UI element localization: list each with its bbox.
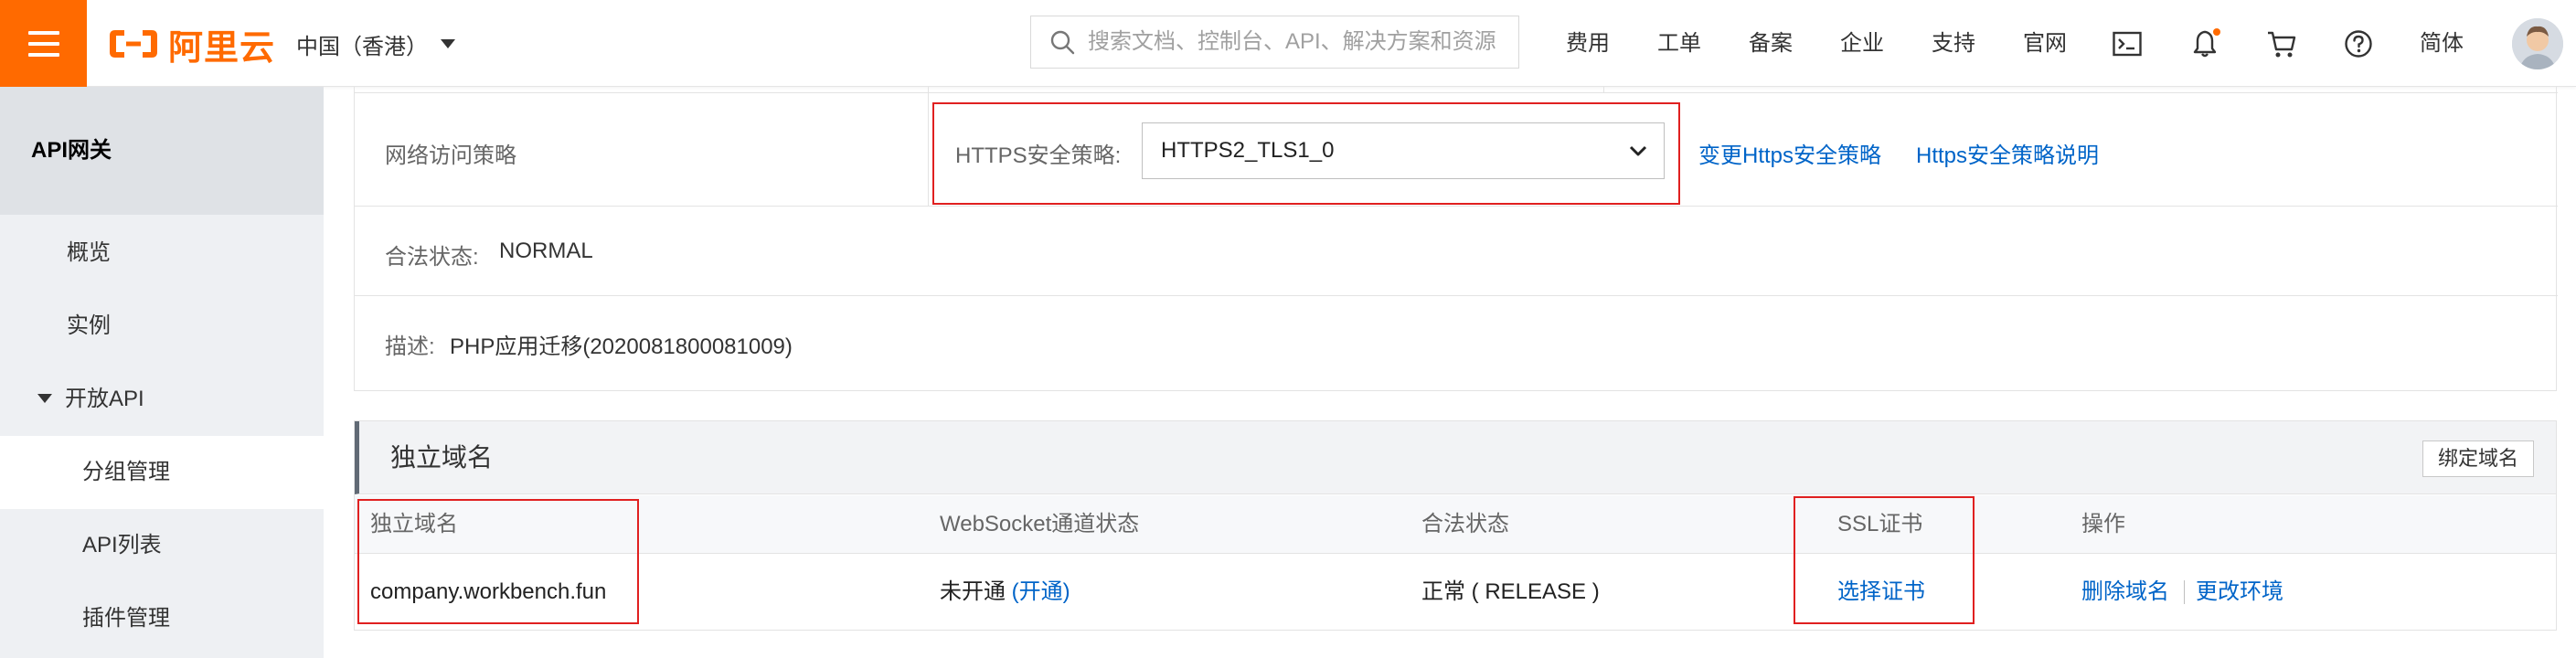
hamburger-menu-button[interactable] — [0, 0, 87, 87]
domain-name-cell: company.workbench.fun — [370, 579, 607, 604]
nav-icp-filing[interactable]: 备案 — [1749, 26, 1793, 62]
cart-button[interactable] — [2263, 26, 2300, 62]
column-header-actions: 操作 — [2081, 512, 2125, 536]
https-policy-label: HTTPS安全策略: — [955, 143, 1122, 168]
logo-text: 阿里云 — [168, 28, 276, 68]
cloud-shell-button[interactable] — [2109, 26, 2145, 62]
custom-domain-header: 独立域名 绑定域名 — [355, 421, 2556, 494]
column-header-legal-status: 合法状态 — [1421, 512, 1509, 536]
bell-icon — [2193, 28, 2220, 58]
region-label: 中国（香港） — [296, 34, 428, 59]
nav-enterprise[interactable]: 企业 — [1840, 26, 1884, 62]
column-header-ssl-cert: SSL证书 — [1837, 512, 1923, 536]
column-divider — [928, 93, 929, 206]
info-row-top-partial — [355, 87, 2558, 93]
chevron-down-icon — [1629, 145, 1647, 156]
sidebar-item-label: 概览 — [67, 240, 111, 265]
sidebar-item-label: API列表 — [82, 533, 162, 557]
nav-support[interactable]: 支持 — [1932, 26, 1975, 62]
menu-line — [27, 52, 59, 57]
caret-down-icon — [441, 39, 455, 48]
bind-domain-button[interactable]: 绑定域名 — [2422, 440, 2534, 477]
description-label: 描述: — [385, 334, 435, 359]
top-bar: 阿里云 中国（香港） 费用 工单 备案 企业 支持 官网 — [0, 0, 2576, 87]
legal-status-value: NORMAL — [499, 239, 593, 263]
delete-domain-link[interactable]: 删除域名 — [2081, 555, 2169, 630]
column-divider — [1603, 87, 1604, 93]
sidebar: API网关 概览 实例 开放API 分组管理 API列表 插件管理 — [0, 87, 324, 658]
search-input[interactable] — [1088, 29, 1508, 55]
sidebar-item-instances[interactable]: 实例 — [0, 290, 324, 363]
column-divider — [928, 87, 929, 93]
column-header-websocket: WebSocket通道状态 — [940, 512, 1140, 536]
https-policy-selected-value: HTTPS2_TLS1_0 — [1161, 138, 1335, 163]
https-policy-doc-link[interactable]: Https安全策略说明 — [1916, 137, 2099, 169]
nav-official-site[interactable]: 官网 — [2023, 26, 2067, 62]
aliyun-logo-icon — [110, 30, 157, 58]
sidebar-item-api-list[interactable]: API列表 — [0, 509, 324, 582]
user-avatar[interactable] — [2512, 18, 2563, 69]
description-value: PHP应用迁移(2020081800081009) — [450, 334, 793, 359]
action-separator — [2184, 580, 2185, 604]
change-https-policy-link[interactable]: 变更Https安全策略 — [1698, 137, 1881, 169]
menu-line — [27, 41, 59, 46]
question-circle-icon — [2345, 30, 2372, 58]
custom-domain-title: 独立域名 — [390, 443, 494, 472]
terminal-icon — [2113, 31, 2142, 57]
change-environment-link[interactable]: 更改环境 — [2196, 555, 2283, 630]
enable-websocket-link[interactable]: (开通) — [1012, 579, 1070, 604]
column-header-domain: 独立域名 — [370, 512, 458, 536]
legal-status-label: 合法状态: — [385, 245, 479, 270]
https-policy-select[interactable]: HTTPS2_TLS1_0 — [1142, 122, 1665, 179]
info-row-legal-status: 合法状态: NORMAL — [355, 207, 2558, 296]
select-certificate-link[interactable]: 选择证书 — [1837, 555, 1925, 630]
network-policy-label: 网络访问策略 — [385, 143, 516, 168]
websocket-status-cell: 未开通 (开通) — [940, 555, 1070, 630]
search-box[interactable] — [1030, 16, 1519, 69]
nav-tickets[interactable]: 工单 — [1657, 26, 1701, 62]
sidebar-title: API网关 — [0, 87, 324, 215]
info-row-description: 描述: PHP应用迁移(2020081800081009) — [355, 296, 2558, 386]
legal-status-cell: 正常 ( RELEASE ) — [1421, 579, 1600, 604]
websocket-status-text: 未开通 — [940, 579, 1006, 604]
cart-icon — [2268, 31, 2296, 58]
aliyun-logo[interactable]: 阿里云 — [108, 24, 275, 68]
caret-down-icon — [37, 393, 52, 403]
sidebar-item-overview[interactable]: 概览 — [0, 217, 324, 290]
nav-fees[interactable]: 费用 — [1566, 26, 1610, 62]
language-switch[interactable]: 简体 — [2420, 26, 2464, 62]
sidebar-item-label: 插件管理 — [82, 606, 170, 631]
sidebar-group-open-api[interactable]: 开放API — [0, 363, 324, 436]
sidebar-item-label: 开放API — [65, 387, 144, 411]
region-selector[interactable]: 中国（香港） — [296, 26, 455, 62]
sidebar-item-plugin-management[interactable]: 插件管理 — [0, 582, 324, 655]
custom-domain-section: 独立域名 绑定域名 独立域名 WebSocket通道状态 合法状态 SSL证书 … — [354, 420, 2557, 631]
search-icon — [1050, 30, 1075, 55]
help-button[interactable] — [2340, 26, 2377, 62]
user-avatar-image — [2512, 18, 2563, 69]
menu-line — [27, 30, 59, 35]
notifications-button[interactable] — [2187, 26, 2224, 62]
sidebar-item-label: 实例 — [67, 313, 111, 338]
sidebar-item-group-management[interactable]: 分组管理 — [0, 436, 324, 509]
sidebar-item-label: 分组管理 — [82, 460, 170, 484]
